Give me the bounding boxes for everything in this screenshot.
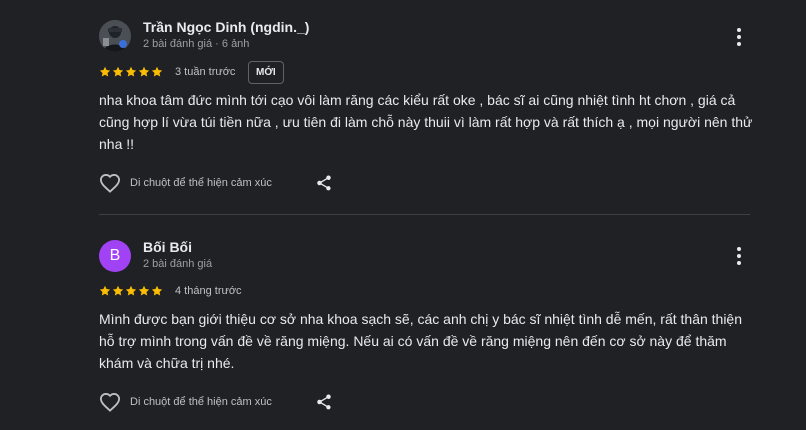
star-icon xyxy=(151,285,163,296)
star-icon xyxy=(125,285,137,296)
review-time: 4 tháng trước xyxy=(175,285,242,297)
star-rating xyxy=(99,66,163,78)
reviewer-avatar[interactable]: B xyxy=(99,240,131,272)
profile-photo-icon xyxy=(99,20,131,52)
star-icon xyxy=(112,285,124,296)
review-text: nha khoa tâm đức mình tới cạo vôi làm ră… xyxy=(99,92,753,152)
star-icon xyxy=(138,285,150,296)
react-label: Di chuột để thể hiện cảm xúc xyxy=(130,177,272,189)
more-options-icon[interactable] xyxy=(728,26,750,48)
share-icon[interactable] xyxy=(315,174,333,192)
review-time: 3 tuần trước xyxy=(175,66,236,78)
new-badge: MỚI xyxy=(248,61,284,84)
star-icon xyxy=(99,285,111,296)
star-icon xyxy=(99,66,111,77)
more-options-icon[interactable] xyxy=(728,245,750,267)
reviewer-meta: 2 bài đánh giá xyxy=(143,258,213,270)
review-text: Mình được bạn giới thiệu cơ sở nha khoa … xyxy=(99,311,743,371)
star-icon xyxy=(138,66,150,77)
star-icon xyxy=(112,66,124,77)
heart-icon xyxy=(99,173,121,193)
reviewer-avatar[interactable] xyxy=(99,20,131,52)
star-icon xyxy=(125,66,137,77)
star-rating xyxy=(99,285,163,297)
reviewer-meta: 2 bài đánh giá · 6 ảnh xyxy=(143,38,250,50)
avatar-letter: B xyxy=(109,247,121,264)
react-label: Di chuột để thể hiện cảm xúc xyxy=(130,396,272,408)
heart-icon xyxy=(99,392,121,412)
review-divider xyxy=(99,214,750,215)
star-icon xyxy=(151,66,163,77)
reviewer-name[interactable]: Bối Bối xyxy=(143,239,192,255)
reviewer-name[interactable]: Trần Ngọc Dinh (ngdin._) xyxy=(143,19,309,35)
react-button[interactable]: Di chuột để thể hiện cảm xúc xyxy=(99,173,272,193)
react-button[interactable]: Di chuột để thể hiện cảm xúc xyxy=(99,392,272,412)
share-icon[interactable] xyxy=(315,393,333,411)
